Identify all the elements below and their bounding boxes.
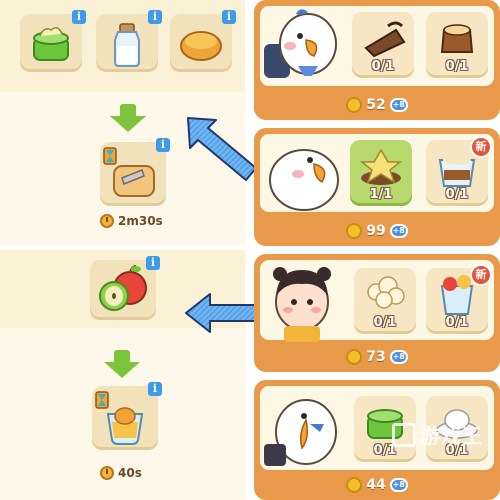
reward-amount: 44 — [366, 477, 386, 493]
coin-icon — [346, 349, 363, 365]
bonus-icon[interactable]: +8 — [389, 98, 408, 112]
pointer-arrow-icon — [185, 293, 263, 333]
order-item-qty: 0/1 — [445, 59, 469, 74]
order-item-slot[interactable]: 0/1 — [354, 268, 416, 334]
order-reward: 99 +8 — [254, 216, 500, 246]
bonus-icon[interactable]: +8 — [389, 478, 408, 492]
reward-amount: 52 — [366, 97, 386, 113]
order-item-qty: 1/1 — [369, 187, 393, 202]
reward-amount: 99 — [366, 223, 386, 239]
coin-icon — [346, 477, 363, 493]
recipe-panel-bottom: i i 40s — [0, 250, 245, 500]
order-item-slot[interactable]: 新 0/1 — [426, 264, 492, 334]
order-reward: 44 +8 — [254, 470, 500, 500]
info-icon[interactable]: i — [156, 138, 170, 152]
order-item-slot[interactable]: 新 0/1 — [426, 136, 492, 206]
order-item-qty: 0/1 — [373, 315, 397, 330]
pointer-arrow-icon — [187, 117, 257, 181]
info-icon[interactable]: i — [148, 382, 162, 396]
order-reward: 52 +8 — [254, 90, 500, 120]
order-item-slot[interactable]: 1/1 — [350, 140, 412, 206]
coin-icon — [346, 97, 363, 113]
product-slot-apple-juice[interactable]: i — [92, 382, 162, 450]
craft-timer: 40s — [100, 466, 142, 480]
timer-icon — [100, 214, 114, 228]
watermark: 游戏王 — [392, 420, 483, 449]
info-icon[interactable]: i — [146, 256, 160, 270]
order-reward: 73 +8 — [254, 342, 500, 372]
toast-icon — [103, 147, 155, 197]
girl-character-icon — [273, 267, 331, 342]
new-badge: 新 — [470, 136, 492, 158]
order-item-qty: 0/1 — [371, 59, 395, 74]
craft-timer: 2m30s — [100, 214, 163, 228]
ingredient-slot-honey[interactable]: i — [170, 10, 236, 72]
order-item-qty: 0/1 — [445, 187, 469, 202]
reward-amount: 73 — [366, 349, 386, 365]
timer-text: 40s — [118, 466, 142, 480]
order-item-slot[interactable]: 0/1 — [352, 12, 414, 78]
watermark-text: 游戏王 — [420, 424, 483, 448]
flower-dish-icon — [359, 148, 403, 185]
watermark-logo-icon — [392, 422, 416, 447]
new-badge: 新 — [470, 264, 492, 286]
timer-icon — [100, 466, 114, 480]
popcorn-icon — [367, 276, 405, 309]
duck-character-icon — [264, 9, 337, 78]
info-icon[interactable]: i — [72, 10, 86, 24]
order-card[interactable]: 0/1 0/1 52 +8 — [254, 0, 500, 120]
duck-character-icon — [269, 149, 339, 211]
duck-character-icon — [264, 399, 337, 466]
chocolate-cake-icon — [364, 21, 406, 58]
timer-text: 2m30s — [118, 214, 163, 228]
product-slot-toast[interactable]: i — [100, 138, 170, 206]
pudding-icon — [440, 24, 474, 53]
ingredient-slot-green-jelly[interactable]: i — [20, 10, 86, 72]
ingredient-slot-milk[interactable]: i — [96, 10, 162, 72]
bonus-icon[interactable]: +8 — [389, 224, 408, 238]
order-card[interactable]: 1/1 新 0/1 99 +8 — [254, 128, 500, 246]
ingredient-slot-apples[interactable]: i — [90, 256, 160, 320]
apple-juice-icon — [95, 391, 144, 445]
order-item-slot[interactable]: 0/1 — [426, 12, 488, 78]
info-icon[interactable]: i — [222, 10, 236, 24]
bonus-icon[interactable]: +8 — [389, 350, 408, 364]
order-card[interactable]: 0/1 新 0/1 73 +8 — [254, 254, 500, 372]
order-item-qty: 0/1 — [445, 315, 469, 330]
coin-icon — [346, 223, 363, 239]
info-icon[interactable]: i — [148, 10, 162, 24]
